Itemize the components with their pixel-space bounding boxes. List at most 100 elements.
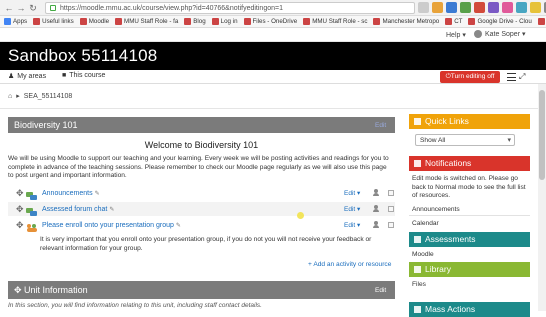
select-checkbox[interactable]: [388, 222, 394, 228]
bookmark-item[interactable]: Apps: [4, 18, 27, 25]
block-title: Quick Links: [425, 116, 469, 126]
bookmark-item[interactable]: Log in: [211, 18, 238, 25]
extension-icon[interactable]: [432, 2, 443, 13]
bookmark-label: Google Drive - Clou: [477, 18, 532, 25]
group-mode-icon[interactable]: [373, 221, 379, 228]
activity-link[interactable]: Announcements: [42, 190, 93, 197]
extension-icon[interactable]: [460, 2, 471, 13]
reload-icon[interactable]: ↻: [28, 3, 38, 14]
assessments-block-header: Assessments: [409, 232, 530, 247]
move-icon[interactable]: ✥: [16, 220, 24, 231]
add-activity-link[interactable]: + Add an activity or resource: [308, 261, 391, 268]
my-areas-link[interactable]: ♟ My areas: [8, 72, 47, 81]
forum-icon: [26, 188, 38, 200]
graduation-icon: ■: [62, 72, 67, 79]
bookmark-label: Useful links: [42, 18, 74, 25]
welcome-text: We will be using Moodle to support our t…: [8, 155, 389, 180]
activity-edit-menu[interactable]: Edit ▾: [344, 221, 360, 229]
enrol-note: It is very important that you enroll ont…: [40, 236, 372, 252]
extension-icon[interactable]: [530, 2, 541, 13]
course-title: Sandbox 55114108: [8, 46, 158, 65]
moodle-link[interactable]: Moodle: [412, 251, 434, 258]
bookmark-item[interactable]: CT: [445, 18, 462, 25]
bookmark-item[interactable]: Google Drive - Clou: [468, 18, 532, 25]
activity-edit-menu[interactable]: Edit ▾: [344, 189, 360, 197]
extension-icon[interactable]: [474, 2, 485, 13]
breadcrumb-course[interactable]: SEA_55114108: [24, 93, 73, 100]
block-title: Assessments: [425, 234, 476, 244]
extension-icon[interactable]: [488, 2, 499, 13]
bookmark-favicon-icon: [373, 18, 381, 25]
forward-icon[interactable]: →: [16, 3, 26, 13]
bookmark-favicon-icon: [445, 18, 453, 25]
breadcrumb-separator: ▸: [16, 93, 20, 100]
activity-link[interactable]: Assessed forum chat: [42, 206, 107, 213]
section-header-unit-info: ✥ Unit Information: [8, 281, 395, 299]
extension-icon[interactable]: [516, 2, 527, 13]
user-menu[interactable]: Kate Soper ▾: [474, 30, 525, 38]
edit-title-icon[interactable]: ✎: [176, 222, 181, 229]
bookmark-label: Moodle: [88, 18, 110, 25]
group-mode-icon[interactable]: [373, 189, 379, 196]
bookmark-favicon-icon: [184, 18, 192, 25]
help-menu[interactable]: Help ▾: [446, 31, 466, 39]
bookmark-item[interactable]: Manchester Metropo: [373, 18, 439, 25]
url-input[interactable]: https://moodle.mmu.ac.uk/course/view.php…: [45, 2, 415, 14]
edit-title-icon[interactable]: ✎: [109, 206, 114, 213]
hamburger-menu-icon[interactable]: [507, 73, 516, 81]
breadcrumb: ⌂ ▸ SEA_55114108: [8, 92, 73, 101]
bookmark-label: MMU Staff Role - fa: [124, 18, 179, 25]
notifications-text: Edit mode is switched on. Please go back…: [412, 175, 526, 200]
mass-actions-block-header: Mass Actions: [409, 302, 530, 317]
my-areas-label: My areas: [17, 72, 47, 80]
move-icon[interactable]: ✥: [16, 204, 24, 215]
mouse-cursor-highlight: [297, 212, 304, 219]
files-link[interactable]: Files: [412, 281, 426, 288]
calendar-link[interactable]: Calendar: [412, 220, 439, 227]
group-mode-icon[interactable]: [373, 205, 379, 212]
scrollbar-thumb[interactable]: [539, 90, 545, 180]
section-edit-link[interactable]: Edit: [375, 122, 386, 129]
quick-links-select[interactable]: Show All: [415, 134, 515, 146]
block-title: Mass Actions: [425, 304, 476, 314]
expand-icon[interactable]: ⤢: [519, 72, 525, 82]
activity-row: ✥ Announcements ✎ Edit ▾: [8, 186, 395, 200]
back-icon[interactable]: ←: [4, 3, 14, 13]
lock-icon: [50, 5, 56, 11]
turn-editing-off-button[interactable]: ⏻Turn editing off: [440, 71, 500, 83]
activity-row: ✥ Assessed forum chat ✎ Edit ▾: [8, 202, 395, 216]
star-icon[interactable]: [418, 2, 429, 13]
editing-button-label: Turn editing off: [450, 73, 495, 80]
bookmark-label: Log in: [220, 18, 238, 25]
home-icon[interactable]: ⌂: [8, 93, 12, 100]
bookmark-label: Manchester Metropo: [382, 18, 440, 25]
extension-icon[interactable]: [446, 2, 457, 13]
bookmark-item[interactable]: MMU Staff Role - sc: [303, 18, 367, 25]
extension-icon[interactable]: [502, 2, 513, 13]
bookmark-favicon-icon: [468, 18, 476, 25]
activity-edit-menu[interactable]: Edit ▾: [344, 205, 360, 213]
move-icon[interactable]: ✥: [16, 188, 24, 199]
select-checkbox[interactable]: [388, 190, 394, 196]
bookmark-item[interactable]: Files - OneDrive: [243, 18, 297, 25]
bookmark-item[interactable]: Useful links: [33, 18, 74, 25]
quick-links-block-header: Quick Links: [409, 114, 530, 129]
bookmark-item[interactable]: Blog: [184, 18, 206, 25]
bookmark-item[interactable]: RAP: [537, 18, 546, 25]
bookmark-item[interactable]: Moodle: [79, 18, 110, 25]
select-checkbox[interactable]: [388, 206, 394, 212]
this-course-link[interactable]: ■ This course: [62, 72, 105, 79]
notifications-block-header: Notifications: [409, 156, 530, 171]
announcements-link[interactable]: Announcements: [412, 206, 460, 213]
welcome-heading: Welcome to Biodiversity 101: [144, 140, 259, 150]
bookmark-label: Apps: [13, 18, 28, 25]
move-icon[interactable]: ✥: [14, 285, 24, 295]
clipboard-icon: [414, 236, 421, 243]
bookmark-favicon-icon: [211, 18, 219, 25]
edit-title-icon[interactable]: ✎: [95, 190, 100, 197]
page-scrollbar[interactable]: [538, 84, 546, 311]
activity-link[interactable]: Please enroll onto your presentation gro…: [42, 222, 174, 229]
section-edit-link[interactable]: Edit: [375, 287, 386, 294]
bookmark-favicon-icon: [33, 18, 41, 25]
bookmark-item[interactable]: MMU Staff Role - fa: [115, 18, 178, 25]
